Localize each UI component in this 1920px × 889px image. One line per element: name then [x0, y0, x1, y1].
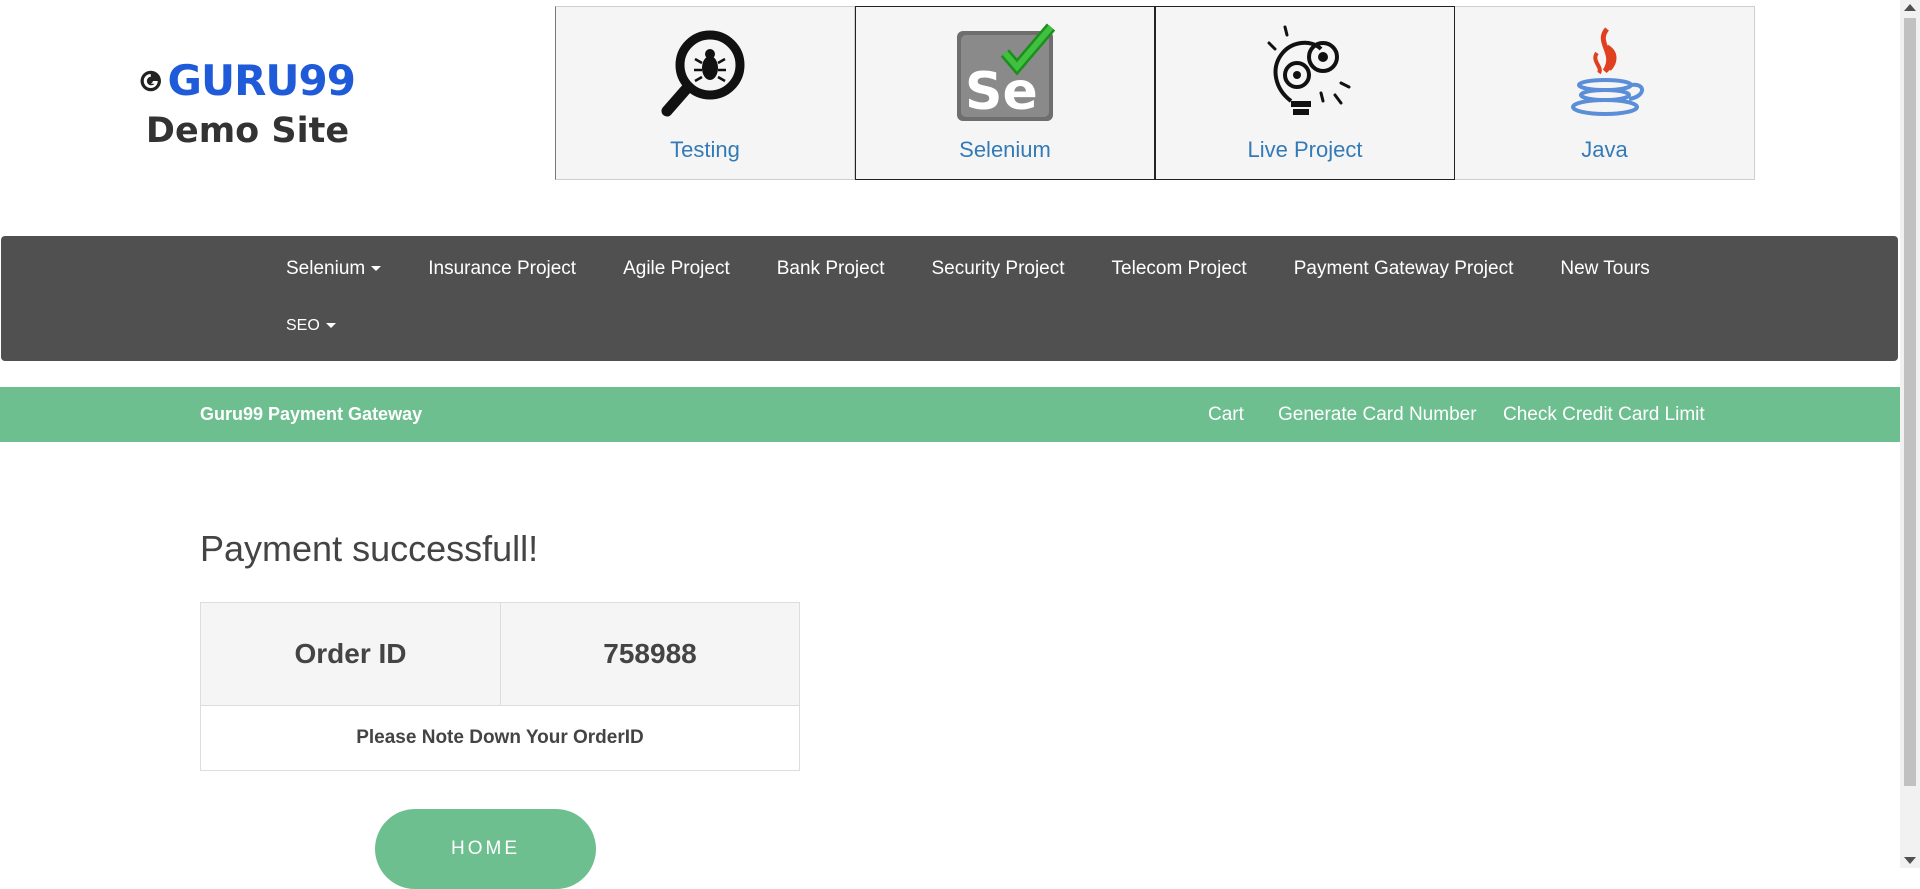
logo-text: GURU99: [167, 56, 356, 105]
generate-card-number-link[interactable]: Generate Card Number: [1278, 404, 1477, 426]
nav-security-project[interactable]: Security Project: [931, 258, 1064, 280]
bug-magnifier-icon: [655, 23, 755, 123]
tile-testing[interactable]: Testing: [555, 6, 855, 180]
nav-label: Selenium: [286, 258, 366, 279]
site-subtitle: Demo Site: [145, 111, 350, 151]
tile-label: Live Project: [1247, 137, 1363, 162]
order-note: Please Note Down Your OrderID: [200, 705, 800, 771]
payment-gateway-brand[interactable]: Guru99 Payment Gateway: [200, 404, 422, 425]
check-credit-card-limit-link[interactable]: Check Credit Card Limit: [1503, 404, 1705, 426]
table-row: Order ID 758988: [200, 602, 800, 706]
order-id-label: Order ID: [200, 602, 501, 706]
vertical-scrollbar[interactable]: [1900, 0, 1920, 868]
tile-label: Java: [1581, 137, 1628, 162]
scroll-down-arrow-icon[interactable]: [1904, 857, 1916, 864]
nav-bank-project[interactable]: Bank Project: [777, 258, 885, 280]
caret-down-icon: [371, 266, 382, 272]
scroll-thumb[interactable]: [1904, 18, 1916, 786]
payment-gateway-bar: Guru99 Payment Gateway Cart Generate Car…: [0, 387, 1900, 442]
selenium-icon: Se: [955, 23, 1055, 123]
order-table: Order ID 758988 Please Note Down Your Or…: [200, 602, 800, 771]
course-tiles: Testing Se Selenium Live Project Java: [555, 6, 1755, 180]
caret-down-icon: [325, 323, 336, 329]
tile-live-project[interactable]: Live Project: [1155, 6, 1455, 180]
nav-seo[interactable]: SEO: [286, 317, 336, 335]
svg-text:Se: Se: [965, 62, 1038, 122]
site-logo[interactable]: GURU99 Demo Site: [140, 56, 356, 161]
nav-label: SEO: [286, 317, 320, 334]
java-icon: [1555, 23, 1655, 123]
nav-agile-project[interactable]: Agile Project: [623, 258, 730, 280]
main-nav: Selenium Insurance Project Agile Project…: [1, 236, 1898, 361]
tile-label: Testing: [670, 137, 740, 162]
guru99-logo-icon: [140, 70, 161, 91]
scroll-up-arrow-icon[interactable]: [1904, 4, 1916, 11]
nav-payment-gateway-project[interactable]: Payment Gateway Project: [1294, 258, 1514, 280]
page: GURU99 Demo Site Testing Se Selenium Liv…: [0, 0, 1900, 889]
page-title: Payment successfull!: [200, 528, 539, 569]
tile-selenium[interactable]: Se Selenium: [855, 6, 1155, 180]
tile-java[interactable]: Java: [1455, 6, 1755, 180]
table-row: Please Note Down Your OrderID: [200, 705, 800, 771]
order-id-value: 758988: [500, 602, 800, 706]
nav-selenium[interactable]: Selenium: [286, 258, 382, 280]
home-button[interactable]: HOME: [375, 809, 596, 889]
tile-label: Selenium: [959, 137, 1051, 162]
cart-link[interactable]: Cart: [1208, 404, 1244, 426]
nav-telecom-project[interactable]: Telecom Project: [1112, 258, 1247, 280]
nav-insurance-project[interactable]: Insurance Project: [428, 258, 576, 280]
nav-new-tours[interactable]: New Tours: [1560, 258, 1649, 280]
lightbulb-gears-icon: [1255, 23, 1355, 123]
